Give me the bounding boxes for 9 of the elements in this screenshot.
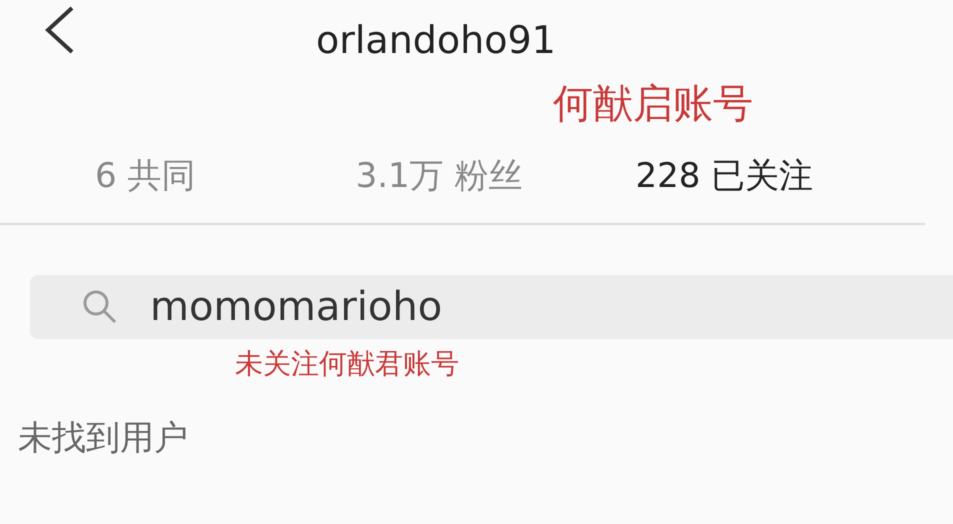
annotation-text: 未关注何猷君账号 [234, 347, 460, 381]
window-title: orlandoho91 [316, 18, 556, 62]
stat-text: 6 共同 [95, 154, 196, 198]
search-field[interactable]: momomarioho [30, 275, 953, 339]
annotation-text: 何猷启账号 [552, 80, 754, 128]
search-value: momomarioho [150, 284, 442, 330]
empty-result-message: 未找到用户 [17, 416, 189, 460]
stat-text: 3.1万 粉丝 [356, 154, 524, 198]
stat-text: 228 已关注 [635, 154, 814, 198]
